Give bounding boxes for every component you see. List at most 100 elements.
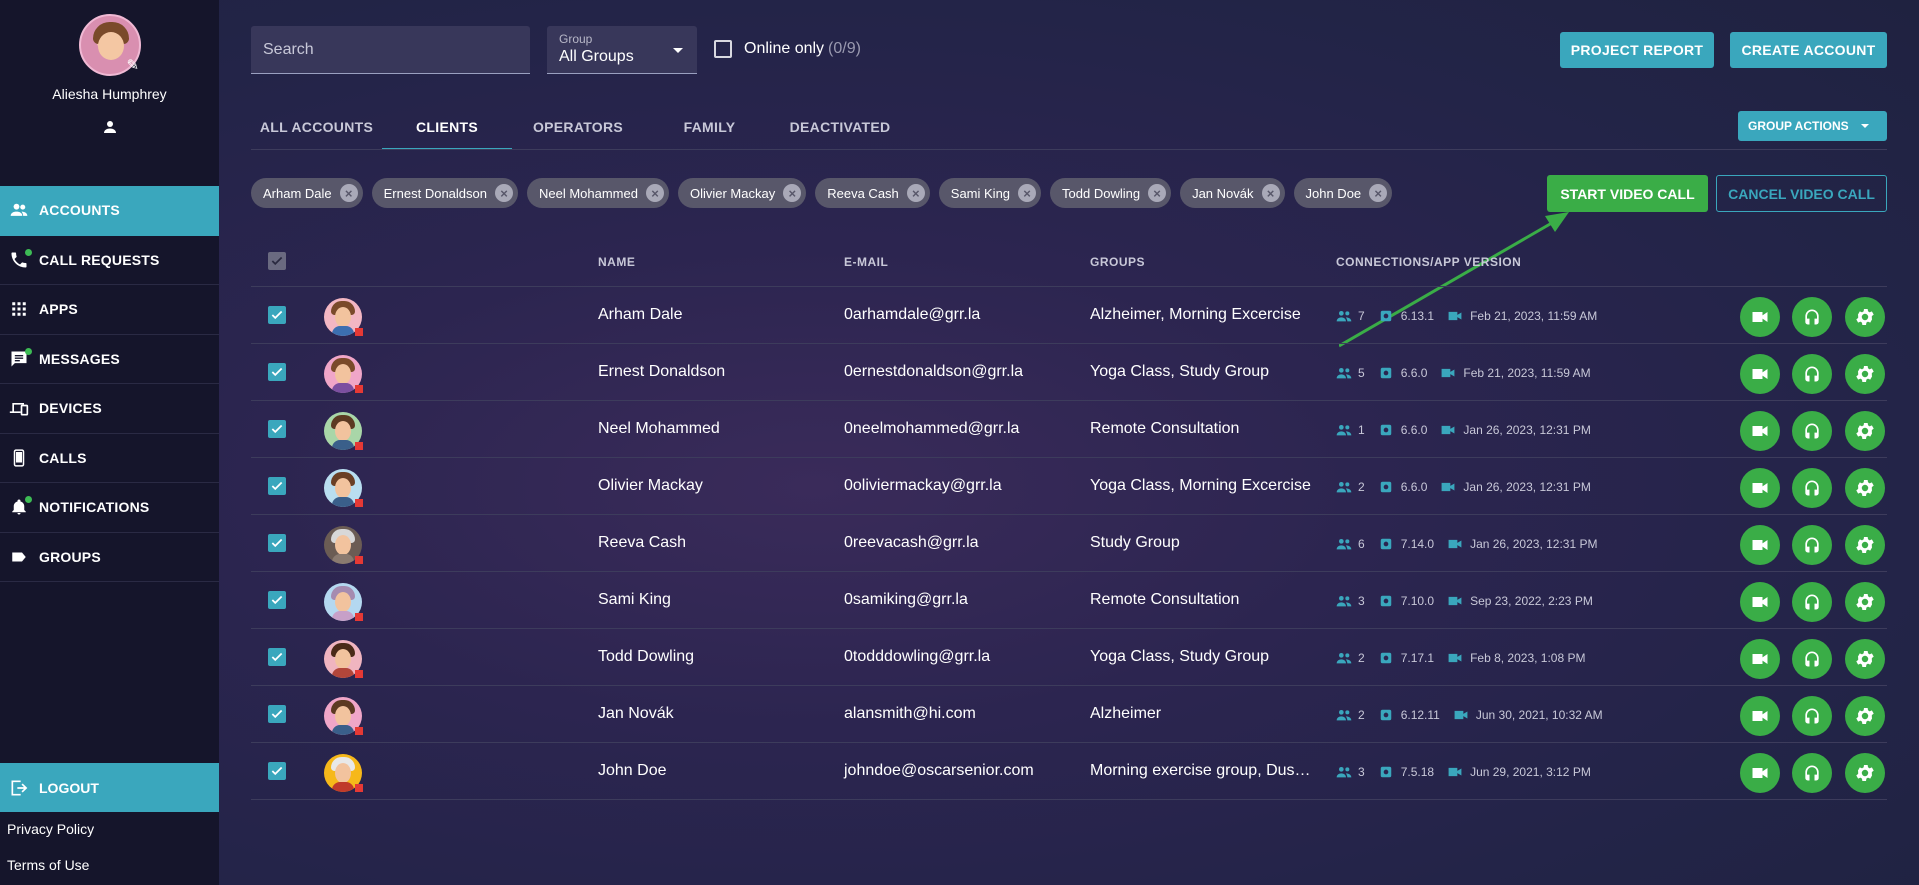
header-email[interactable]: E-MAIL [844, 255, 888, 269]
cell-name[interactable]: Reeva Cash [598, 534, 686, 552]
row-checkbox[interactable] [268, 591, 286, 609]
sidebar-item-messages[interactable]: MESSAGES [0, 335, 219, 384]
header-name[interactable]: NAME [598, 255, 635, 269]
table-row[interactable]: Olivier Mackay 0oliviermackay@grr.la Yoga … [251, 458, 1887, 515]
sidebar-item-groups[interactable]: GROUPS [0, 533, 219, 582]
phone-icon [8, 248, 32, 271]
tab-family[interactable]: FAMILY [644, 106, 775, 150]
project-report-button[interactable]: PROJECT REPORT [1560, 32, 1714, 68]
user-avatar[interactable]: ✎ [78, 14, 141, 76]
video-call-icon[interactable] [1740, 411, 1780, 451]
headset-icon[interactable] [1792, 297, 1832, 337]
cell-name[interactable]: Sami King [598, 591, 671, 609]
video-call-icon[interactable] [1740, 468, 1780, 508]
remove-chip-icon[interactable]: × [1018, 184, 1037, 202]
last-call-time: Jan 26, 2023, 12:31 PM [1463, 423, 1591, 437]
row-checkbox[interactable] [268, 363, 286, 381]
cancel-video-call-button[interactable]: CANCEL VIDEO CALL [1716, 175, 1887, 212]
cell-name[interactable]: Neel Mohammed [598, 420, 720, 438]
table-row[interactable]: John Doe johndoe@oscarsenior.com Morning e… [251, 743, 1887, 800]
video-call-icon[interactable] [1740, 297, 1780, 337]
row-checkbox[interactable] [268, 534, 286, 552]
settings-gear-icon[interactable] [1845, 582, 1885, 622]
tab-deactivated[interactable]: DEACTIVATED [775, 106, 905, 150]
table-row[interactable]: Todd Dowling 0todddowling@grr.la Yoga Clas… [251, 629, 1887, 686]
start-video-call-button[interactable]: START VIDEO CALL [1547, 175, 1708, 212]
search-input[interactable]: Search [251, 26, 530, 74]
sidebar-item-notifications[interactable]: NOTIFICATIONS [0, 483, 219, 533]
table-row[interactable]: Reeva Cash 0reevacash@grr.la Study Group 6 7… [251, 515, 1887, 572]
remove-chip-icon[interactable]: × [494, 184, 513, 202]
table-row[interactable]: Sami King 0samiking@grr.la Remote Consulta… [251, 572, 1887, 629]
settings-gear-icon[interactable] [1845, 297, 1885, 337]
headset-icon[interactable] [1792, 354, 1832, 394]
cell-name[interactable]: John Doe [598, 762, 667, 780]
settings-gear-icon[interactable] [1845, 639, 1885, 679]
cell-name[interactable]: Jan Novák [598, 705, 674, 723]
row-checkbox[interactable] [268, 306, 286, 324]
headset-icon[interactable] [1792, 468, 1832, 508]
cell-name[interactable]: Olivier Mackay [598, 477, 703, 495]
video-call-icon[interactable] [1740, 696, 1780, 736]
video-call-icon[interactable] [1740, 525, 1780, 565]
cell-groups: Morning exercise group, Dusa… [1090, 762, 1312, 779]
remove-chip-icon[interactable]: × [906, 184, 925, 202]
settings-gear-icon[interactable] [1845, 468, 1885, 508]
group-select[interactable]: Group All Groups [547, 26, 697, 74]
logout-button[interactable]: LOGOUT [0, 763, 219, 812]
row-checkbox[interactable] [268, 648, 286, 666]
sidebar-item-calls[interactable]: CALLS [0, 434, 219, 483]
row-checkbox[interactable] [268, 762, 286, 780]
headset-icon[interactable] [1792, 639, 1832, 679]
table-row[interactable]: Arham Dale 0arhamdale@grr.la Alzheimer, Mo… [251, 287, 1887, 344]
row-checkbox[interactable] [268, 705, 286, 723]
online-only-label: Online only [744, 40, 825, 57]
row-checkbox[interactable] [268, 420, 286, 438]
headset-icon[interactable] [1792, 753, 1832, 793]
settings-gear-icon[interactable] [1845, 753, 1885, 793]
create-account-button[interactable]: CREATE ACCOUNT [1730, 32, 1887, 68]
headset-icon[interactable] [1792, 525, 1832, 565]
tab-clients[interactable]: CLIENTS [382, 106, 512, 150]
settings-gear-icon[interactable] [1845, 411, 1885, 451]
table-row[interactable]: Ernest Donaldson 0ernestdonaldson@grr.la Y… [251, 344, 1887, 401]
terms-of-use-link[interactable]: Terms of Use [7, 857, 89, 873]
headset-icon[interactable] [1792, 696, 1832, 736]
remove-chip-icon[interactable]: × [1148, 184, 1167, 202]
online-only-filter[interactable]: Online only (0/9) [714, 40, 861, 58]
select-all-checkbox[interactable] [268, 252, 286, 270]
group-actions-button[interactable]: GROUP ACTIONS [1738, 111, 1887, 141]
settings-gear-icon[interactable] [1845, 354, 1885, 394]
remove-chip-icon[interactable]: × [1261, 184, 1280, 202]
remove-chip-icon[interactable]: × [339, 184, 358, 202]
cell-name[interactable]: Arham Dale [598, 306, 682, 324]
sidebar-item-accounts[interactable]: ACCOUNTS [0, 186, 219, 236]
tab-all-accounts[interactable]: ALL ACCOUNTS [251, 106, 382, 150]
sidebar-item-devices[interactable]: DEVICES [0, 384, 219, 434]
cell-name[interactable]: Todd Dowling [598, 648, 694, 666]
edit-pencil-icon[interactable]: ✎ [127, 56, 145, 74]
table-row[interactable]: Jan Novák alansmith@hi.com Alzheimer 2 6.12.… [251, 686, 1887, 743]
online-only-checkbox[interactable] [714, 40, 732, 58]
cell-email: 0todddowling@grr.la [844, 648, 991, 665]
settings-gear-icon[interactable] [1845, 525, 1885, 565]
person-icon[interactable] [101, 118, 119, 136]
header-groups[interactable]: GROUPS [1090, 255, 1145, 269]
table-row[interactable]: Neel Mohammed 0neelmohammed@grr.la Remote … [251, 401, 1887, 458]
headset-icon[interactable] [1792, 411, 1832, 451]
row-checkbox[interactable] [268, 477, 286, 495]
remove-chip-icon[interactable]: × [645, 184, 664, 202]
header-connections[interactable]: CONNECTIONS/APP VERSION [1336, 255, 1521, 269]
tab-operators[interactable]: OPERATORS [512, 106, 644, 150]
privacy-policy-link[interactable]: Privacy Policy [7, 821, 94, 837]
headset-icon[interactable] [1792, 582, 1832, 622]
video-call-icon[interactable] [1740, 582, 1780, 622]
sidebar-item-call-requests[interactable]: CALL REQUESTS [0, 236, 219, 285]
settings-gear-icon[interactable] [1845, 696, 1885, 736]
cell-name[interactable]: Ernest Donaldson [598, 363, 725, 381]
remove-chip-icon[interactable]: × [783, 184, 802, 202]
video-call-icon[interactable] [1740, 354, 1780, 394]
sidebar-item-apps[interactable]: APPS [0, 285, 219, 335]
video-call-icon[interactable] [1740, 639, 1780, 679]
video-call-icon[interactable] [1740, 753, 1780, 793]
